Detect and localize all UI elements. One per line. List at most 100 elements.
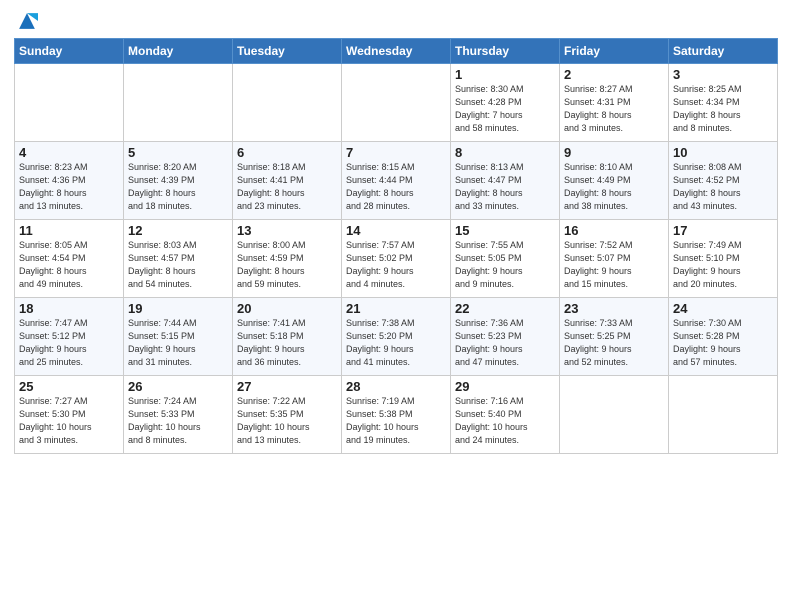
day-cell: 1Sunrise: 8:30 AM Sunset: 4:28 PM Daylig… bbox=[451, 64, 560, 142]
day-number: 9 bbox=[564, 145, 664, 160]
day-number: 15 bbox=[455, 223, 555, 238]
col-header-monday: Monday bbox=[124, 39, 233, 64]
day-detail: Sunrise: 7:27 AM Sunset: 5:30 PM Dayligh… bbox=[19, 395, 119, 447]
day-detail: Sunrise: 7:36 AM Sunset: 5:23 PM Dayligh… bbox=[455, 317, 555, 369]
day-cell: 18Sunrise: 7:47 AM Sunset: 5:12 PM Dayli… bbox=[15, 298, 124, 376]
week-row-3: 11Sunrise: 8:05 AM Sunset: 4:54 PM Dayli… bbox=[15, 220, 778, 298]
day-detail: Sunrise: 7:38 AM Sunset: 5:20 PM Dayligh… bbox=[346, 317, 446, 369]
day-detail: Sunrise: 8:23 AM Sunset: 4:36 PM Dayligh… bbox=[19, 161, 119, 213]
day-cell: 9Sunrise: 8:10 AM Sunset: 4:49 PM Daylig… bbox=[560, 142, 669, 220]
day-detail: Sunrise: 8:25 AM Sunset: 4:34 PM Dayligh… bbox=[673, 83, 773, 135]
day-number: 19 bbox=[128, 301, 228, 316]
day-cell: 7Sunrise: 8:15 AM Sunset: 4:44 PM Daylig… bbox=[342, 142, 451, 220]
day-cell: 13Sunrise: 8:00 AM Sunset: 4:59 PM Dayli… bbox=[233, 220, 342, 298]
day-cell: 8Sunrise: 8:13 AM Sunset: 4:47 PM Daylig… bbox=[451, 142, 560, 220]
logo bbox=[14, 10, 38, 32]
day-number: 11 bbox=[19, 223, 119, 238]
day-detail: Sunrise: 8:18 AM Sunset: 4:41 PM Dayligh… bbox=[237, 161, 337, 213]
day-number: 23 bbox=[564, 301, 664, 316]
day-detail: Sunrise: 7:49 AM Sunset: 5:10 PM Dayligh… bbox=[673, 239, 773, 291]
day-number: 17 bbox=[673, 223, 773, 238]
day-cell bbox=[15, 64, 124, 142]
day-detail: Sunrise: 7:41 AM Sunset: 5:18 PM Dayligh… bbox=[237, 317, 337, 369]
day-cell: 12Sunrise: 8:03 AM Sunset: 4:57 PM Dayli… bbox=[124, 220, 233, 298]
day-cell bbox=[342, 64, 451, 142]
day-detail: Sunrise: 7:57 AM Sunset: 5:02 PM Dayligh… bbox=[346, 239, 446, 291]
day-cell: 16Sunrise: 7:52 AM Sunset: 5:07 PM Dayli… bbox=[560, 220, 669, 298]
day-detail: Sunrise: 8:27 AM Sunset: 4:31 PM Dayligh… bbox=[564, 83, 664, 135]
col-header-saturday: Saturday bbox=[669, 39, 778, 64]
day-number: 2 bbox=[564, 67, 664, 82]
day-detail: Sunrise: 7:55 AM Sunset: 5:05 PM Dayligh… bbox=[455, 239, 555, 291]
day-number: 13 bbox=[237, 223, 337, 238]
day-detail: Sunrise: 7:16 AM Sunset: 5:40 PM Dayligh… bbox=[455, 395, 555, 447]
day-detail: Sunrise: 7:44 AM Sunset: 5:15 PM Dayligh… bbox=[128, 317, 228, 369]
day-cell: 2Sunrise: 8:27 AM Sunset: 4:31 PM Daylig… bbox=[560, 64, 669, 142]
day-cell: 5Sunrise: 8:20 AM Sunset: 4:39 PM Daylig… bbox=[124, 142, 233, 220]
col-header-tuesday: Tuesday bbox=[233, 39, 342, 64]
day-number: 26 bbox=[128, 379, 228, 394]
logo-icon bbox=[16, 10, 38, 32]
col-header-wednesday: Wednesday bbox=[342, 39, 451, 64]
day-number: 24 bbox=[673, 301, 773, 316]
day-number: 8 bbox=[455, 145, 555, 160]
day-cell: 4Sunrise: 8:23 AM Sunset: 4:36 PM Daylig… bbox=[15, 142, 124, 220]
day-cell: 23Sunrise: 7:33 AM Sunset: 5:25 PM Dayli… bbox=[560, 298, 669, 376]
week-row-2: 4Sunrise: 8:23 AM Sunset: 4:36 PM Daylig… bbox=[15, 142, 778, 220]
day-cell bbox=[233, 64, 342, 142]
day-cell: 24Sunrise: 7:30 AM Sunset: 5:28 PM Dayli… bbox=[669, 298, 778, 376]
day-number: 1 bbox=[455, 67, 555, 82]
day-number: 27 bbox=[237, 379, 337, 394]
day-cell: 14Sunrise: 7:57 AM Sunset: 5:02 PM Dayli… bbox=[342, 220, 451, 298]
day-cell: 19Sunrise: 7:44 AM Sunset: 5:15 PM Dayli… bbox=[124, 298, 233, 376]
day-detail: Sunrise: 7:47 AM Sunset: 5:12 PM Dayligh… bbox=[19, 317, 119, 369]
day-cell: 15Sunrise: 7:55 AM Sunset: 5:05 PM Dayli… bbox=[451, 220, 560, 298]
day-cell: 20Sunrise: 7:41 AM Sunset: 5:18 PM Dayli… bbox=[233, 298, 342, 376]
day-detail: Sunrise: 8:00 AM Sunset: 4:59 PM Dayligh… bbox=[237, 239, 337, 291]
day-cell: 3Sunrise: 8:25 AM Sunset: 4:34 PM Daylig… bbox=[669, 64, 778, 142]
day-number: 14 bbox=[346, 223, 446, 238]
day-detail: Sunrise: 8:30 AM Sunset: 4:28 PM Dayligh… bbox=[455, 83, 555, 135]
page: SundayMondayTuesdayWednesdayThursdayFrid… bbox=[0, 0, 792, 612]
day-detail: Sunrise: 8:03 AM Sunset: 4:57 PM Dayligh… bbox=[128, 239, 228, 291]
day-detail: Sunrise: 7:30 AM Sunset: 5:28 PM Dayligh… bbox=[673, 317, 773, 369]
day-detail: Sunrise: 7:33 AM Sunset: 5:25 PM Dayligh… bbox=[564, 317, 664, 369]
day-number: 7 bbox=[346, 145, 446, 160]
day-cell: 11Sunrise: 8:05 AM Sunset: 4:54 PM Dayli… bbox=[15, 220, 124, 298]
day-number: 5 bbox=[128, 145, 228, 160]
col-header-sunday: Sunday bbox=[15, 39, 124, 64]
header bbox=[14, 10, 778, 32]
week-row-1: 1Sunrise: 8:30 AM Sunset: 4:28 PM Daylig… bbox=[15, 64, 778, 142]
day-cell: 21Sunrise: 7:38 AM Sunset: 5:20 PM Dayli… bbox=[342, 298, 451, 376]
day-detail: Sunrise: 8:15 AM Sunset: 4:44 PM Dayligh… bbox=[346, 161, 446, 213]
col-header-friday: Friday bbox=[560, 39, 669, 64]
day-number: 18 bbox=[19, 301, 119, 316]
day-detail: Sunrise: 8:10 AM Sunset: 4:49 PM Dayligh… bbox=[564, 161, 664, 213]
day-detail: Sunrise: 8:08 AM Sunset: 4:52 PM Dayligh… bbox=[673, 161, 773, 213]
day-number: 29 bbox=[455, 379, 555, 394]
day-number: 10 bbox=[673, 145, 773, 160]
day-detail: Sunrise: 8:20 AM Sunset: 4:39 PM Dayligh… bbox=[128, 161, 228, 213]
day-cell bbox=[669, 376, 778, 454]
col-header-thursday: Thursday bbox=[451, 39, 560, 64]
day-cell: 27Sunrise: 7:22 AM Sunset: 5:35 PM Dayli… bbox=[233, 376, 342, 454]
day-number: 20 bbox=[237, 301, 337, 316]
day-detail: Sunrise: 7:22 AM Sunset: 5:35 PM Dayligh… bbox=[237, 395, 337, 447]
day-detail: Sunrise: 8:13 AM Sunset: 4:47 PM Dayligh… bbox=[455, 161, 555, 213]
day-detail: Sunrise: 8:05 AM Sunset: 4:54 PM Dayligh… bbox=[19, 239, 119, 291]
day-detail: Sunrise: 7:19 AM Sunset: 5:38 PM Dayligh… bbox=[346, 395, 446, 447]
day-cell: 26Sunrise: 7:24 AM Sunset: 5:33 PM Dayli… bbox=[124, 376, 233, 454]
day-number: 21 bbox=[346, 301, 446, 316]
day-number: 6 bbox=[237, 145, 337, 160]
day-number: 22 bbox=[455, 301, 555, 316]
day-detail: Sunrise: 7:52 AM Sunset: 5:07 PM Dayligh… bbox=[564, 239, 664, 291]
day-cell: 29Sunrise: 7:16 AM Sunset: 5:40 PM Dayli… bbox=[451, 376, 560, 454]
day-cell: 28Sunrise: 7:19 AM Sunset: 5:38 PM Dayli… bbox=[342, 376, 451, 454]
day-number: 16 bbox=[564, 223, 664, 238]
day-number: 4 bbox=[19, 145, 119, 160]
day-cell: 25Sunrise: 7:27 AM Sunset: 5:30 PM Dayli… bbox=[15, 376, 124, 454]
day-cell: 6Sunrise: 8:18 AM Sunset: 4:41 PM Daylig… bbox=[233, 142, 342, 220]
day-detail: Sunrise: 7:24 AM Sunset: 5:33 PM Dayligh… bbox=[128, 395, 228, 447]
week-row-4: 18Sunrise: 7:47 AM Sunset: 5:12 PM Dayli… bbox=[15, 298, 778, 376]
day-cell: 10Sunrise: 8:08 AM Sunset: 4:52 PM Dayli… bbox=[669, 142, 778, 220]
